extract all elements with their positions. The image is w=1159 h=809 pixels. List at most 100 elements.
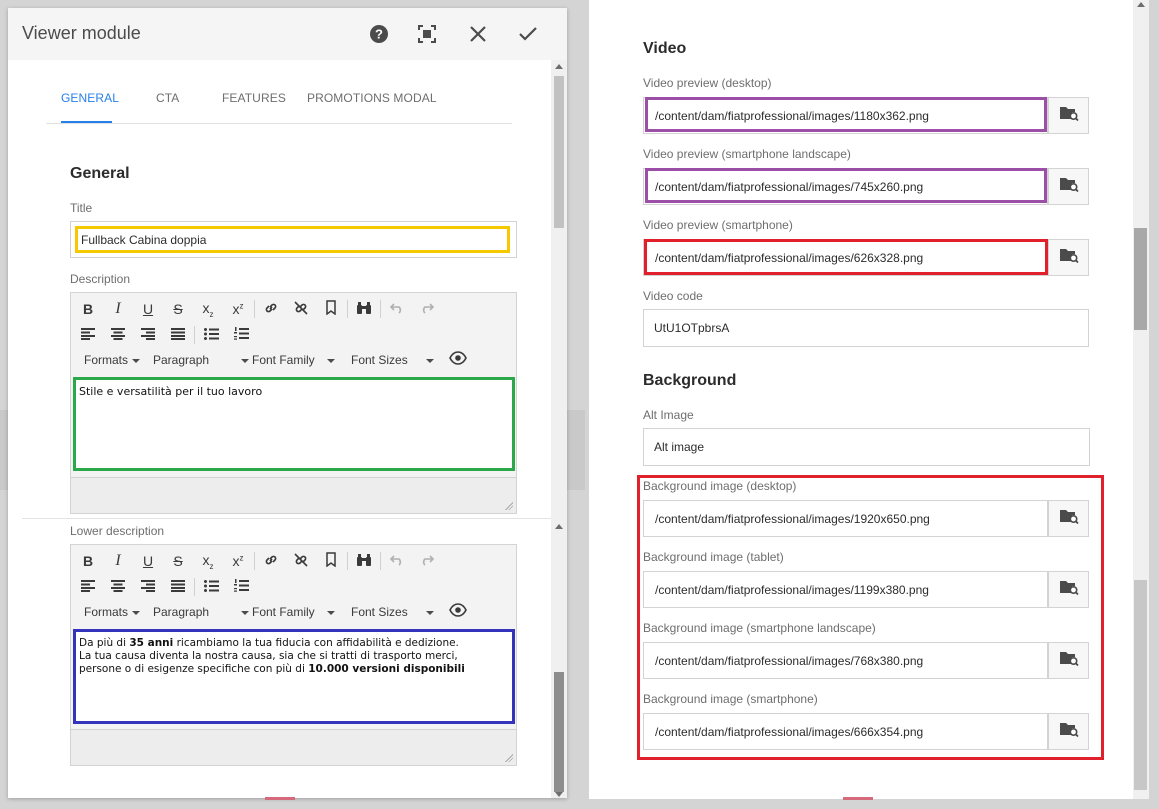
close-button[interactable] [466, 22, 490, 46]
title-input-value: Fullback Cabina doppia [81, 232, 207, 247]
bulleted-list-button[interactable] [196, 574, 226, 600]
preview-button[interactable] [449, 603, 467, 622]
video-preview-desktop-input[interactable]: /content/dam/fiatprofessional/images/118… [643, 97, 1048, 134]
link-button[interactable] [256, 548, 286, 574]
lower-description-text-area[interactable]: Da più di 35 anni ricambiamo la tua fidu… [73, 631, 514, 723]
paragraph-dropdown[interactable]: Paragraph [153, 605, 250, 619]
tab-features[interactable]: FEATURES [222, 91, 286, 105]
align-left-button[interactable] [73, 574, 103, 600]
preview-button[interactable] [449, 351, 467, 370]
undo-button[interactable] [382, 296, 412, 322]
dialog-scrollbar-thumb-lower[interactable] [554, 672, 564, 792]
bulleted-list-button[interactable] [196, 322, 226, 348]
tab-cta[interactable]: CTA [156, 91, 179, 105]
link-button[interactable] [256, 296, 286, 322]
redo-button[interactable] [412, 548, 442, 574]
anchor-button[interactable] [316, 548, 346, 574]
redo-icon [420, 553, 435, 569]
redo-button[interactable] [412, 296, 442, 322]
browse-button[interactable] [1048, 97, 1089, 134]
bold-text: 35 anni [129, 637, 174, 649]
resize-handle-icon[interactable] [505, 502, 513, 510]
browse-button[interactable] [1048, 642, 1089, 679]
italic-icon: I [115, 552, 121, 569]
formats-dropdown[interactable]: Formats [84, 605, 141, 619]
subscript-button[interactable]: xz [193, 296, 223, 322]
italic-button[interactable]: I [103, 548, 133, 574]
scroll-up-arrow-icon[interactable] [555, 64, 563, 69]
tab-general[interactable]: GENERAL [61, 91, 119, 105]
scroll-up-arrow-icon[interactable] [555, 524, 563, 529]
description-text-area[interactable]: Stile e versatilità per il tuo lavoro [73, 379, 514, 471]
underline-button[interactable]: U [133, 296, 163, 322]
bold-button[interactable]: B [73, 548, 103, 574]
scroll-down-arrow-icon[interactable] [555, 792, 563, 797]
font-family-dropdown[interactable]: Font Family [252, 353, 335, 367]
find-replace-button[interactable] [349, 296, 379, 322]
paragraph-dropdown[interactable]: Paragraph [153, 353, 250, 367]
alt-image-input[interactable]: Alt image [643, 428, 1090, 466]
unlink-button[interactable] [286, 548, 316, 574]
align-left-button[interactable] [73, 322, 103, 348]
browse-button[interactable] [1048, 571, 1089, 608]
strikethrough-button[interactable]: S [163, 548, 193, 574]
align-right-button[interactable] [133, 322, 163, 348]
anchor-button[interactable] [316, 296, 346, 322]
bold-button[interactable]: B [73, 296, 103, 322]
redo-icon [420, 301, 435, 317]
justify-button[interactable] [163, 574, 193, 600]
browse-button[interactable] [1048, 500, 1089, 537]
resize-handle-icon[interactable] [505, 754, 513, 762]
checkmark-icon [518, 25, 538, 43]
background-tablet-input[interactable]: /content/dam/fiatprofessional/images/119… [643, 571, 1048, 608]
background-smartphone-input[interactable]: /content/dam/fiatprofessional/images/666… [643, 713, 1048, 750]
align-right-button[interactable] [133, 574, 163, 600]
superscript-icon: xz [233, 553, 244, 569]
browse-button[interactable] [1048, 713, 1089, 750]
video-code-input[interactable]: UtU1OTpbrsA [643, 309, 1089, 347]
video-preview-smartphone-input[interactable]: /content/dam/fiatprofessional/images/626… [643, 239, 1048, 276]
align-center-button[interactable] [103, 574, 133, 600]
help-button[interactable]: ? [367, 22, 391, 46]
chevron-down-icon [425, 610, 434, 615]
undo-button[interactable] [382, 548, 412, 574]
subscript-button[interactable]: xz [193, 548, 223, 574]
font-sizes-dropdown[interactable]: Font Sizes [351, 605, 434, 619]
numbered-list-button[interactable] [226, 322, 256, 348]
bulleted-list-icon [203, 579, 219, 595]
right-scrollbar-thumb[interactable] [1134, 228, 1147, 330]
superscript-button[interactable]: xz [223, 548, 253, 574]
font-family-dropdown[interactable]: Font Family [252, 605, 335, 619]
title-input[interactable]: Fullback Cabina doppia [70, 221, 517, 258]
strikethrough-button[interactable]: S [163, 296, 193, 322]
svg-text:?: ? [375, 27, 383, 42]
right-scrollbar-thumb-lower[interactable] [1134, 580, 1147, 790]
find-replace-button[interactable] [349, 548, 379, 574]
scroll-up-arrow-icon[interactable] [1137, 2, 1145, 7]
superscript-button[interactable]: xz [223, 296, 253, 322]
justify-button[interactable] [163, 322, 193, 348]
browse-button[interactable] [1048, 239, 1089, 276]
subscript-glyph: x [202, 299, 210, 316]
numbered-list-button[interactable] [226, 574, 256, 600]
dialog-scrollbar-thumb-upper[interactable] [554, 76, 564, 228]
numbered-list-icon [233, 327, 249, 343]
eye-icon [449, 603, 467, 621]
font-sizes-dropdown[interactable]: Font Sizes [351, 353, 434, 367]
italic-button[interactable]: I [103, 296, 133, 322]
align-justify-icon [171, 579, 185, 595]
done-button[interactable] [516, 22, 540, 46]
formats-dropdown[interactable]: Formats [84, 353, 141, 367]
browse-button[interactable] [1048, 168, 1089, 205]
video-preview-smartphone-landscape-input[interactable]: /content/dam/fiatprofessional/images/745… [643, 168, 1048, 205]
align-center-button[interactable] [103, 322, 133, 348]
unlink-button[interactable] [286, 296, 316, 322]
unlink-icon [293, 300, 309, 319]
alt-image-label: Alt Image [643, 408, 694, 422]
bookmark-icon [325, 552, 337, 570]
underline-button[interactable]: U [133, 548, 163, 574]
fullscreen-button[interactable] [415, 22, 439, 46]
tab-promotions-modal[interactable]: PROMOTIONS MODAL [307, 91, 437, 105]
background-desktop-input[interactable]: /content/dam/fiatprofessional/images/192… [643, 500, 1048, 537]
background-smartphone-landscape-input[interactable]: /content/dam/fiatprofessional/images/768… [643, 642, 1048, 679]
